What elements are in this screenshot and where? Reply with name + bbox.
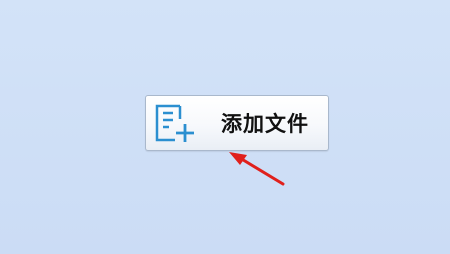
add-file-button[interactable]: 添加文件 [145,95,329,151]
file-add-icon [155,104,194,142]
add-file-label: 添加文件 [221,112,309,136]
